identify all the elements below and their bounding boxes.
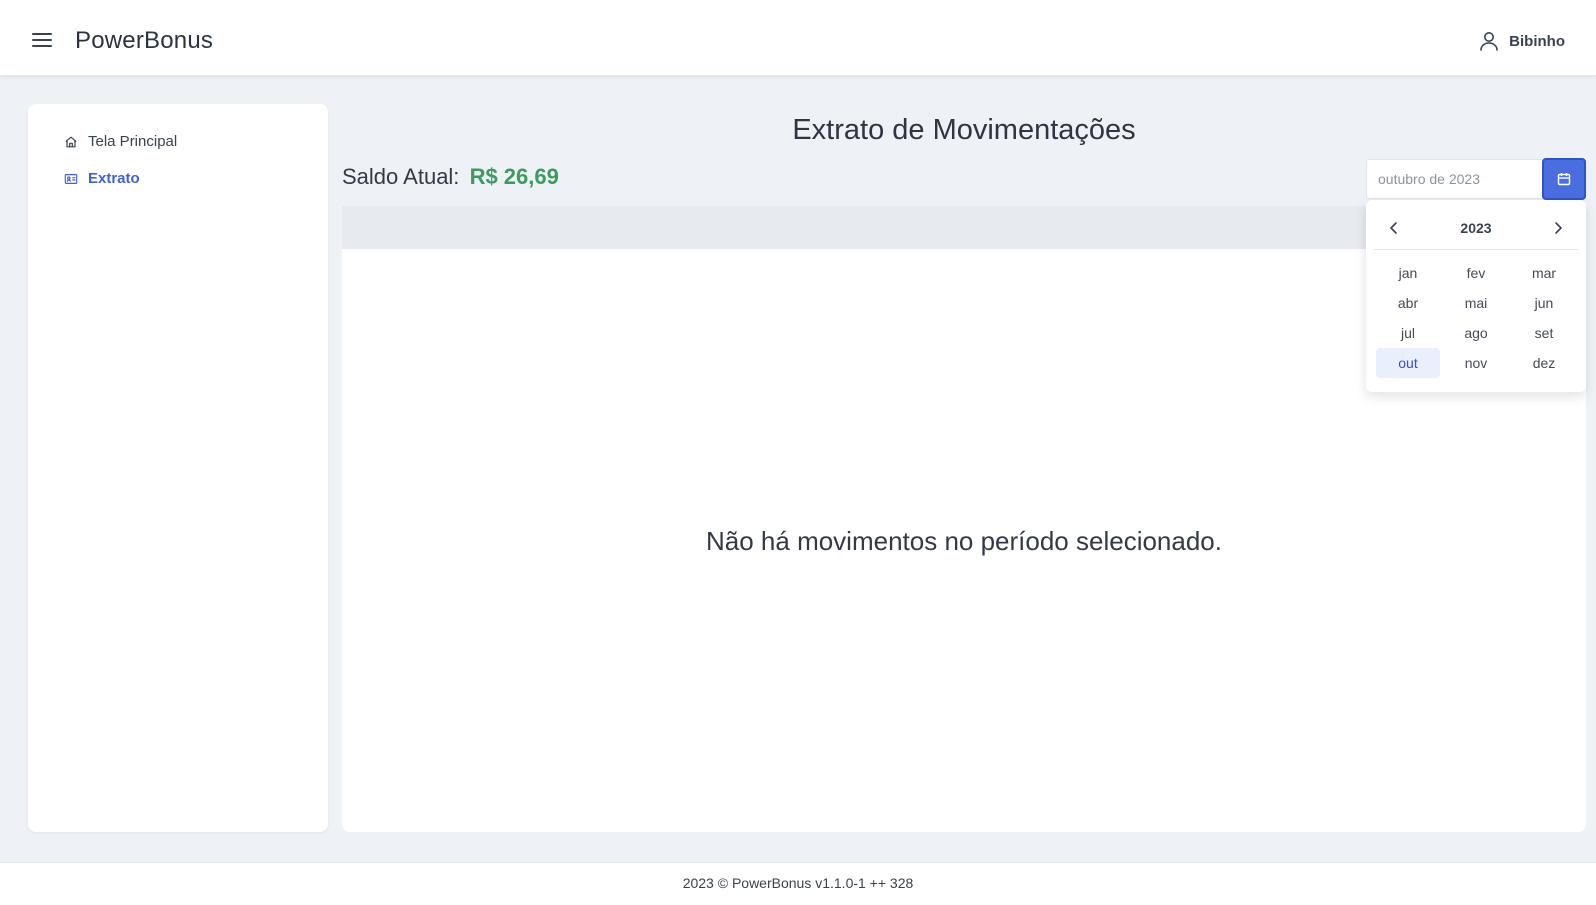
saldo-value: R$ 26,69 (469, 164, 559, 189)
id-card-icon (64, 173, 78, 184)
top-navbar: PowerBonus Bibinho (0, 0, 1596, 76)
sidebar-item-extrato[interactable]: Extrato (64, 170, 140, 187)
month-option[interactable]: set (1512, 318, 1576, 348)
user-name: Bibinho (1509, 32, 1565, 50)
footer: 2023 © PowerBonus v1.1.0-1 ++ 328 (0, 862, 1596, 905)
sidebar-item-label: Tela Principal (88, 133, 178, 150)
brand-title: PowerBonus (75, 27, 214, 54)
month-option[interactable]: nov (1444, 348, 1508, 378)
sidebar-item-tela-principal[interactable]: Tela Principal (64, 133, 177, 150)
month-option[interactable]: jun (1512, 288, 1576, 318)
month-option[interactable]: dez (1512, 348, 1576, 378)
month-option[interactable]: mai (1444, 288, 1508, 318)
hamburger-menu-icon[interactable] (32, 30, 56, 50)
page-title: Extrato de Movimentações (792, 114, 1136, 146)
empty-state-message: Não há movimentos no período selecionado… (706, 526, 1222, 556)
sidebar-item-label: Extrato (88, 170, 140, 187)
month-input[interactable] (1366, 159, 1542, 199)
month-picker: 2023 jan fev mar abr mai jun jul ago set… (1366, 200, 1586, 392)
month-option[interactable]: abr (1376, 288, 1440, 318)
month-option[interactable]: jan (1376, 258, 1440, 288)
home-icon (65, 136, 77, 147)
month-option[interactable]: ago (1444, 318, 1508, 348)
month-option[interactable]: jul (1376, 318, 1440, 348)
month-picker-header: 2023 (1374, 208, 1578, 250)
month-option-selected[interactable]: out (1376, 348, 1440, 378)
saldo-atual: Saldo Atual: R$ 26,69 (342, 164, 559, 190)
sidebar: Tela Principal Extrato (28, 104, 328, 832)
calendar-icon (1557, 173, 1571, 186)
month-option[interactable]: mar (1512, 258, 1576, 288)
user-menu[interactable]: Bibinho (1477, 29, 1565, 53)
saldo-label: Saldo Atual: (342, 164, 460, 189)
user-icon (1480, 32, 1498, 51)
calendar-button[interactable] (1542, 158, 1586, 200)
chevron-right-icon[interactable] (1548, 218, 1568, 238)
month-option[interactable]: fev (1444, 258, 1508, 288)
month-grid: jan fev mar abr mai jun jul ago set out … (1374, 258, 1578, 378)
